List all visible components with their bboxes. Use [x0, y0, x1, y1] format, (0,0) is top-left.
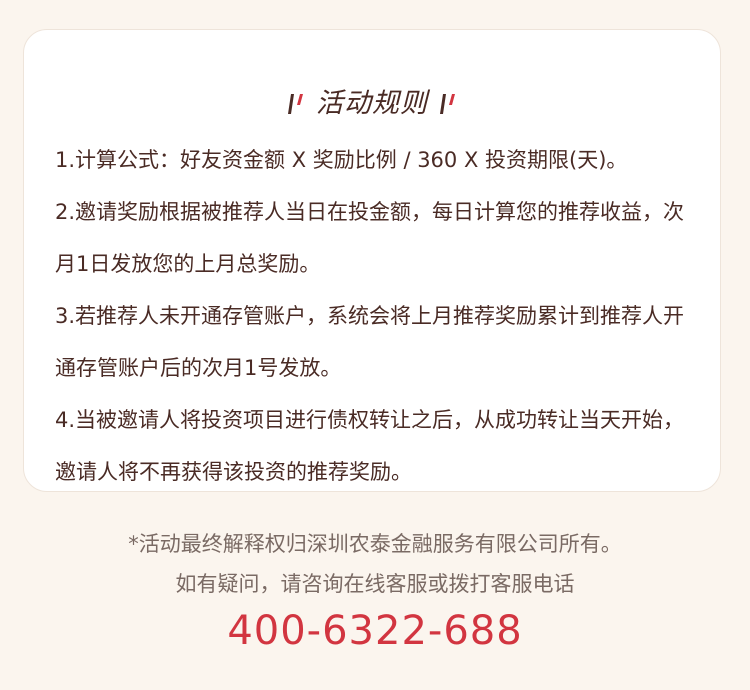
card-title: 活动规则 [24, 84, 720, 124]
rules-list: 1.计算公式：好友资金额 X 奖励比例 / 360 X 投资期限(天)。 2.邀… [55, 134, 695, 498]
title-right-slash-icon [440, 94, 455, 114]
rules-card: 活动规则 1.计算公式：好友资金额 X 奖励比例 / 360 X 投资期限(天)… [23, 29, 721, 492]
rule-item-4: 4.当被邀请人将投资项目进行债权转让之后，从成功转让当天开始，邀请人将不再获得该… [55, 408, 685, 484]
rule-item-3: 3.若推荐人未开通存管账户，系统会将上月推荐奖励累计到推荐人开通存管账户后的次月… [55, 304, 685, 380]
rule-item-1: 1.计算公式：好友资金额 X 奖励比例 / 360 X 投资期限(天)。 [55, 148, 628, 172]
title-left-slash-icon [288, 94, 303, 114]
hotline-link[interactable]: 400-6322-688 [0, 603, 750, 659]
rule-item-2: 2.邀请奖励根据被推荐人当日在投金额，每日计算您的推荐收益，次月1日发放您的上月… [55, 200, 685, 276]
rules-title: 活动规则 [316, 88, 428, 119]
disclaimer-text: *活动最终解释权归深圳农泰金融服务有限公司所有。 [128, 532, 622, 556]
contact-text: 如有疑问，请咨询在线客服或拨打客服电话 [175, 572, 575, 596]
